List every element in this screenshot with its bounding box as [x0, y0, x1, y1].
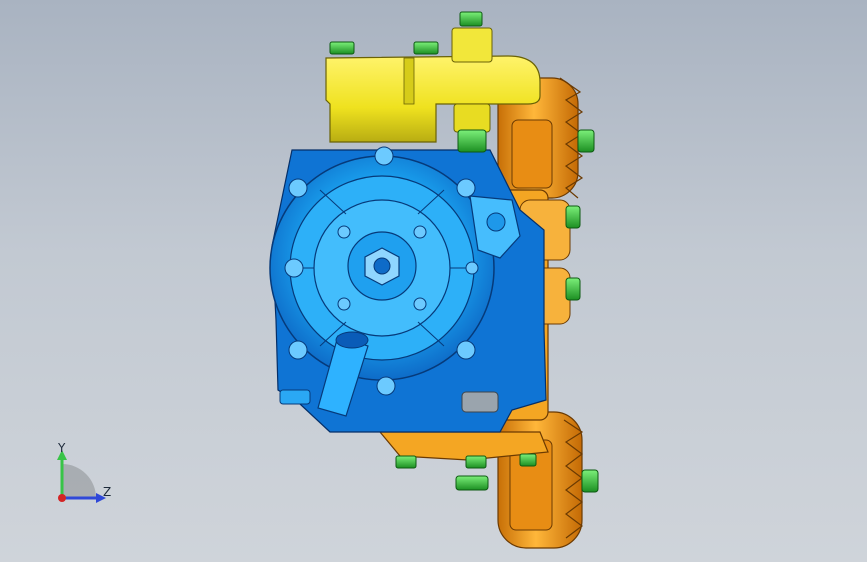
triad-y-label: Y: [58, 441, 66, 455]
triad-quadrant-shape: [62, 464, 96, 498]
water-pump-assembly-model[interactable]: [0, 0, 867, 562]
cad-viewport[interactable]: Y Z: [0, 0, 867, 562]
triad-origin: [58, 494, 66, 502]
triad-z-label: Z: [103, 485, 112, 499]
pump-housing[interactable]: [269, 146, 547, 433]
